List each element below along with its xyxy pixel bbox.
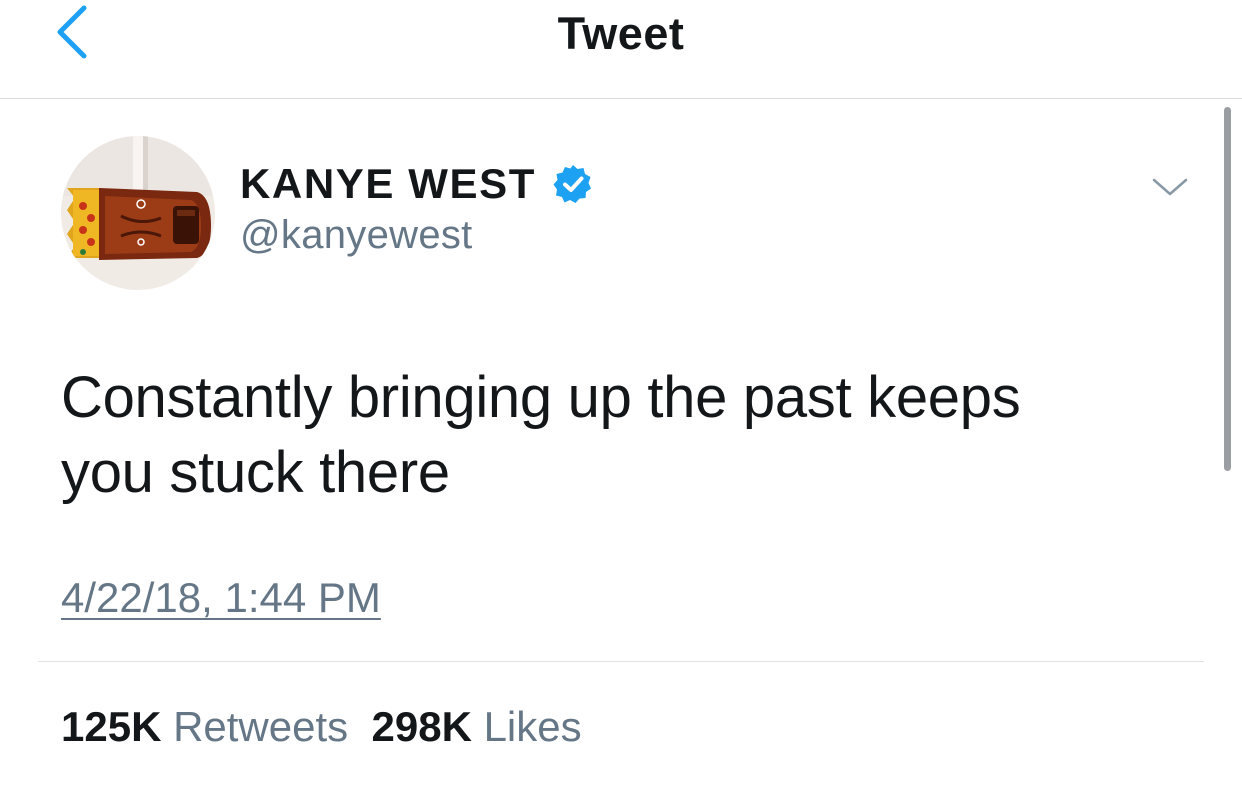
divider bbox=[38, 661, 1204, 662]
likes-label: Likes bbox=[483, 703, 582, 750]
scrollbar[interactable] bbox=[1224, 107, 1231, 471]
avatar[interactable] bbox=[61, 136, 215, 290]
likes-count: 298K bbox=[371, 703, 472, 750]
avatar-image bbox=[61, 136, 215, 290]
retweets-stat[interactable]: 125K Retweets bbox=[61, 703, 348, 750]
chevron-down-icon bbox=[1152, 178, 1188, 196]
tweet-text-line: Constantly bringing up the past keeps bbox=[61, 365, 1021, 430]
likes-stat[interactable]: 298K Likes bbox=[372, 703, 582, 750]
tweet-timestamp[interactable]: 4/22/18, 1:44 PM bbox=[61, 574, 381, 622]
page-title: Tweet bbox=[557, 8, 685, 59]
verified-badge-icon bbox=[553, 165, 592, 203]
user-display-name-row[interactable]: KANYE WEST bbox=[240, 157, 594, 211]
retweets-count: 125K bbox=[61, 703, 162, 750]
tweet-menu-button[interactable] bbox=[1150, 170, 1190, 204]
retweets-label: Retweets bbox=[173, 703, 349, 750]
display-name[interactable]: KANYE WEST bbox=[240, 160, 536, 208]
navigation-bar: Tweet bbox=[0, 0, 1242, 99]
user-handle[interactable]: @kanyewest bbox=[240, 213, 473, 258]
tweet-text: Constantly bringing up the past keeps yo… bbox=[61, 360, 1191, 510]
tweet-text-line: you stuck there bbox=[61, 440, 450, 505]
tweet-stats: 125K Retweets 298K Likes bbox=[61, 703, 582, 751]
